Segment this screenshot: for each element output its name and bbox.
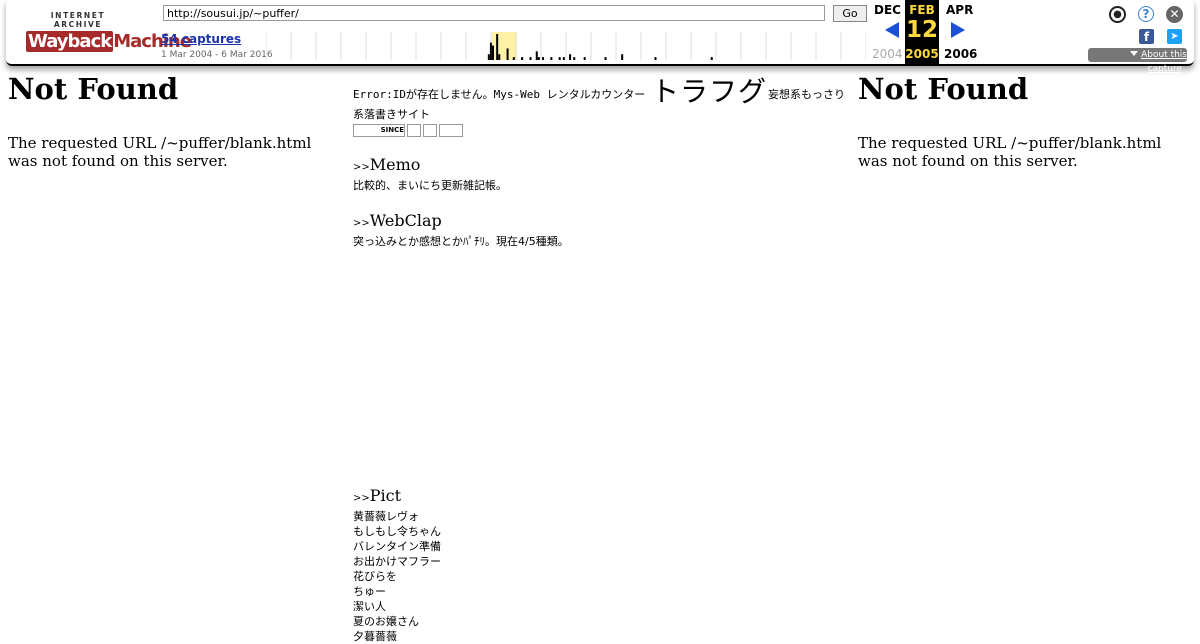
not-found-title: Not Found: [858, 72, 1029, 106]
prev-month-label[interactable]: DEC: [874, 3, 901, 17]
left-frame: Not Found The requested URL /~puffer/bla…: [8, 72, 338, 170]
not-found-message: The requested URL /~puffer/blank.html wa…: [8, 134, 312, 170]
next-year-label[interactable]: 2006: [944, 47, 977, 61]
capture-bar[interactable]: [710, 57, 713, 60]
capture-bar[interactable]: [498, 54, 501, 60]
facebook-icon[interactable]: f: [1139, 29, 1154, 44]
capture-bar[interactable]: [492, 45, 494, 60]
memo-marker: >>: [353, 162, 370, 173]
capture-bar[interactable]: [569, 54, 572, 60]
memo-title: Memo: [369, 155, 421, 174]
current-year: 2005: [905, 47, 939, 61]
pict-item[interactable]: もしもし令ちゃん: [353, 524, 441, 539]
capture-bar[interactable]: [654, 57, 657, 60]
help-icon[interactable]: ?: [1138, 6, 1154, 22]
counter-error-text[interactable]: Error:IDが存在しません。Mys-Web レンタルカウンター: [353, 86, 645, 102]
capture-bar[interactable]: [550, 57, 553, 60]
logo-wayback: Wayback: [26, 31, 114, 52]
capture-bar[interactable]: [506, 48, 509, 60]
next-capture-arrow-icon[interactable]: [951, 22, 965, 38]
webclap-description: 突っ込みとか感想とかﾊﾟﾁﾘ。現在4/5種類。: [353, 235, 569, 248]
capture-bar[interactable]: [573, 57, 576, 60]
link-badge-image[interactable]: [439, 124, 463, 137]
capture-bar[interactable]: [489, 42, 492, 60]
logo-wayback-machine: Wayback Machine: [26, 31, 192, 52]
memo-link[interactable]: >>Memo: [353, 155, 853, 174]
about-capture-label: About this capture: [1141, 50, 1187, 74]
twitter-icon[interactable]: ➤: [1167, 29, 1182, 44]
webclap-title: WebClap: [369, 211, 442, 230]
site-title: トラフグ: [651, 75, 768, 108]
capture-bar[interactable]: [496, 34, 499, 60]
capture-bar[interactable]: [537, 57, 540, 60]
capture-bar[interactable]: [558, 57, 561, 60]
go-button[interactable]: Go: [833, 5, 867, 22]
not-found-title: Not Found: [8, 72, 179, 106]
memo-description: 比較的、まいにち更新雑記帳。: [353, 179, 507, 192]
link-badge-image[interactable]: [407, 124, 421, 137]
not-found-message: The requested URL /~puffer/blank.html wa…: [858, 134, 1162, 170]
captures-link[interactable]: 54 captures: [161, 32, 241, 46]
webclap-link[interactable]: >>WebClap: [353, 211, 853, 230]
site-tagline: 妄想系もっさり: [768, 88, 845, 101]
since-badge-image[interactable]: SINCE: [353, 124, 405, 137]
pict-item[interactable]: 潔い人: [353, 599, 441, 614]
header-line: Error:IDが存在しません。Mys-Web レンタルカウンター トラフグ 妄…: [353, 72, 853, 108]
capture-sparkline[interactable]: [266, 32, 866, 60]
pict-title: Pict: [369, 486, 402, 505]
close-icon[interactable]: ✕: [1166, 6, 1183, 23]
prev-year-label[interactable]: 2004: [872, 47, 903, 61]
memo-section: >>Memo 比較的、まいにち更新雑記帳。: [353, 155, 853, 193]
pict-item[interactable]: 黄薔薇レヴォ: [353, 509, 441, 524]
webclap-section: >>WebClap 突っ込みとか感想とかﾊﾟﾁﾘ。現在4/5種類。: [353, 211, 853, 249]
capture-bar[interactable]: [535, 51, 538, 60]
capture-bar[interactable]: [529, 57, 532, 60]
wayback-toolbar: INTERNET ARCHIVE WaybackMachine Go 54 ca…: [6, 0, 1194, 74]
pict-item[interactable]: 花びらを: [353, 569, 441, 584]
since-badge-text: SINCE: [380, 126, 404, 134]
current-day: 12: [905, 17, 938, 43]
pict-link[interactable]: >>Pict: [353, 486, 441, 505]
pict-item[interactable]: ちゅー: [353, 584, 441, 599]
capture-bar[interactable]: [604, 57, 607, 60]
right-frame: Not Found The requested URL /~puffer/bla…: [858, 72, 1188, 170]
url-input[interactable]: [163, 5, 825, 21]
current-month: FEB: [909, 3, 935, 17]
capture-bar[interactable]: [521, 57, 524, 60]
capture-bar[interactable]: [542, 57, 544, 60]
pict-marker: >>: [353, 493, 370, 504]
capture-bar[interactable]: [621, 54, 624, 60]
capture-bar[interactable]: [512, 57, 515, 60]
pict-section: >>Pict 黄薔薇レヴォ もしもし令ちゃん バレンタイン準備 お出かけマフラー…: [353, 486, 441, 644]
capture-bar[interactable]: [487, 54, 490, 60]
current-year-highlight: [492, 32, 517, 60]
pict-item[interactable]: 夕暮薔薇: [353, 629, 441, 644]
wayback-logo[interactable]: INTERNET ARCHIVE Wayback Machine: [26, 11, 192, 52]
pict-item[interactable]: バレンタイン準備: [353, 539, 441, 554]
about-capture-button[interactable]: About this capture: [1088, 48, 1187, 74]
capture-bar[interactable]: [562, 57, 565, 60]
pict-item[interactable]: お出かけマフラー: [353, 554, 441, 569]
link-badge-image[interactable]: [423, 124, 437, 137]
capture-range: 1 Mar 2004 - 6 Mar 2016: [161, 50, 273, 60]
user-icon[interactable]: ●: [1109, 6, 1126, 23]
pict-list: 黄薔薇レヴォ もしもし令ちゃん バレンタイン準備 お出かけマフラー 花びらを ち…: [353, 509, 441, 644]
capture-calendar: DEC APR 2004 2006 FEB 12 2005: [868, 0, 978, 64]
pict-item[interactable]: 夏のお嬢さん: [353, 614, 441, 629]
current-capture-date: FEB 12 2005: [905, 0, 939, 64]
prev-capture-arrow-icon[interactable]: [885, 22, 899, 38]
capture-bar[interactable]: [583, 57, 586, 60]
chevron-down-icon: [1130, 51, 1139, 56]
logo-internet-archive: INTERNET ARCHIVE: [50, 11, 106, 29]
center-frame: Error:IDが存在しません。Mys-Web レンタルカウンター トラフグ 妄…: [353, 72, 853, 643]
next-month-label[interactable]: APR: [946, 3, 973, 17]
badge-row: SINCE: [353, 124, 853, 137]
site-tagline-continued: 系落書きサイト: [353, 108, 430, 121]
webclap-marker: >>: [353, 218, 370, 229]
